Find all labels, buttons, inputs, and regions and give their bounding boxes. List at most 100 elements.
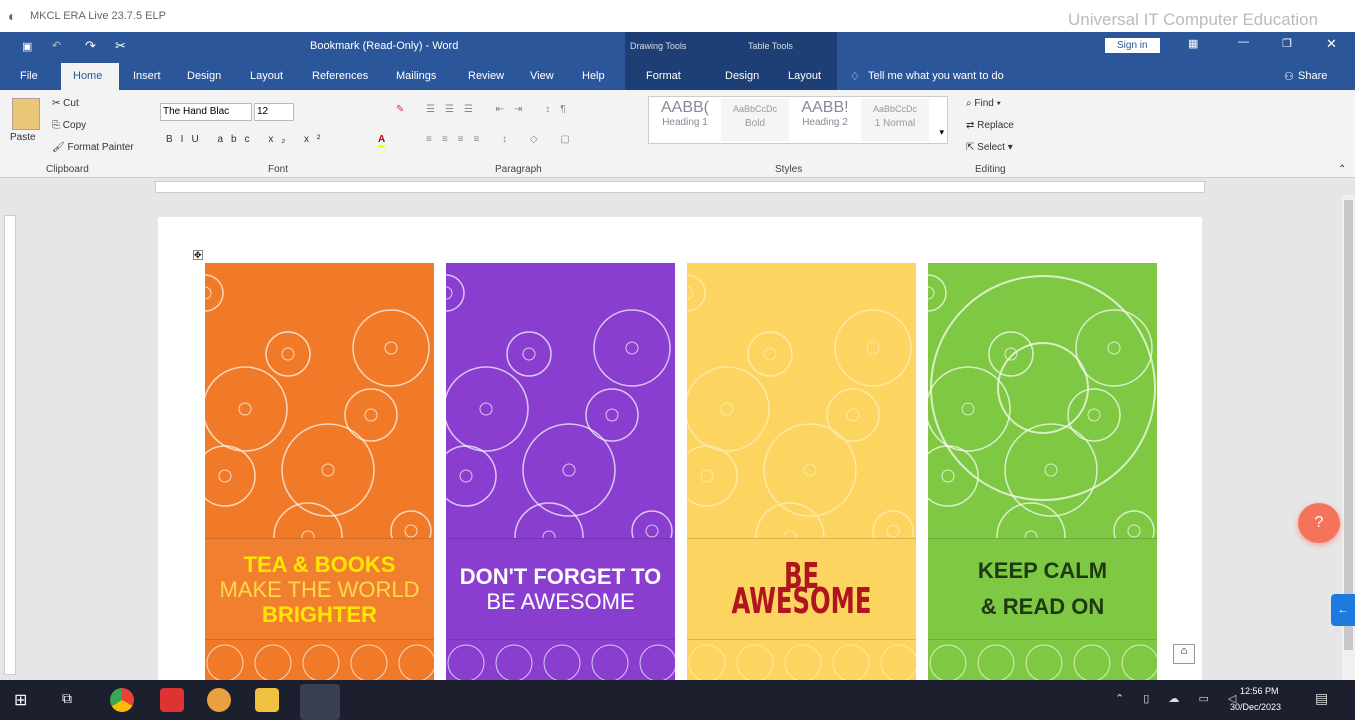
bookmark-text-line: BRIGHTER xyxy=(262,601,377,627)
tab-review[interactable]: Review xyxy=(468,70,504,82)
lightbulb-icon: ♢ xyxy=(850,71,860,83)
select-button[interactable]: ⇱ Select ▾ xyxy=(966,142,1013,153)
person-icon: ⚇ xyxy=(1284,71,1294,83)
bookmark-text-band: DON'T FORGET TO BE AWESOME xyxy=(446,538,675,640)
app-icon[interactable] xyxy=(207,688,231,712)
file-explorer-icon[interactable] xyxy=(255,688,279,712)
task-view-icon[interactable]: ⧉ xyxy=(62,690,72,707)
chrome-icon[interactable] xyxy=(110,688,134,712)
cut-qa-icon[interactable]: ✂ xyxy=(115,38,126,54)
align-buttons[interactable]: ≡≡≡≡ ↕ ◇ ▢ xyxy=(426,134,580,145)
bookmark-text-band: BE AWESOME xyxy=(687,538,916,640)
find-label: Find xyxy=(974,98,994,109)
share-button[interactable]: Share xyxy=(1298,70,1327,82)
font-format-buttons[interactable]: BIU abc x₂ x² xyxy=(166,134,328,145)
paragraph-group-label: Paragraph xyxy=(495,164,542,175)
bookmark-text-line: BE AWESOME xyxy=(731,556,872,622)
clipboard-group-label: Clipboard xyxy=(46,164,89,175)
font-color-icon[interactable]: A xyxy=(378,134,386,148)
format-painter-button[interactable]: 🖌 Format Painter xyxy=(52,142,134,153)
style-name: Heading 2 xyxy=(802,117,848,128)
tab-home[interactable]: Home xyxy=(73,70,102,82)
editing-group-label: Editing xyxy=(975,164,1006,175)
app-title-bar: ◐ MKCL ERA Live 23.7.5 ELP Universal IT … xyxy=(0,0,1355,32)
tab-layout[interactable]: Layout xyxy=(250,70,283,82)
select-label: Select xyxy=(977,142,1005,153)
style-name: Bold xyxy=(744,118,765,129)
tab-view[interactable]: View xyxy=(530,70,554,82)
tray-icons[interactable]: ⌃ ▯ ☁ ▭ ◁ xyxy=(1115,692,1244,705)
vertical-ruler[interactable] xyxy=(4,215,16,675)
minimize-button[interactable]: — xyxy=(1238,36,1249,48)
bookmark-text-line: TEA & BOOKS xyxy=(243,551,396,577)
redo-icon[interactable]: ↷ xyxy=(85,38,96,54)
close-button[interactable]: ✕ xyxy=(1326,36,1337,52)
bookmark-card[interactable]: BE AWESOME xyxy=(687,263,916,680)
style-heading2[interactable]: AABB! Heading 2 xyxy=(791,99,859,141)
table-move-handle-icon[interactable]: ✥ xyxy=(193,250,203,260)
style-name: 1 Normal xyxy=(874,118,916,129)
style-normal[interactable]: AaBbCcDc 1 Normal xyxy=(861,99,929,141)
format-painter-label: Format Painter xyxy=(67,142,134,153)
bookmark-text-line: & READ ON xyxy=(980,594,1105,619)
cut-label: Cut xyxy=(63,98,79,109)
font-name-box[interactable]: The Hand Blac xyxy=(160,103,252,121)
bookmark-text-line: MAKE THE WORLD xyxy=(219,576,420,602)
app-icon[interactable] xyxy=(160,688,184,712)
tab-table-design[interactable]: Design xyxy=(725,70,759,82)
window-title: Bookmark (Read-Only) - Word xyxy=(310,40,459,52)
copy-label: Copy xyxy=(62,120,87,131)
find-button[interactable]: ⌕ Find ▾ xyxy=(966,98,1001,109)
tab-references[interactable]: References xyxy=(312,70,368,82)
tell-me-search[interactable]: Tell me what you want to do xyxy=(868,70,1004,82)
watermark: Universal IT Computer Education xyxy=(1068,10,1319,29)
font-group-label: Font xyxy=(268,164,289,175)
tab-design[interactable]: Design xyxy=(187,70,221,82)
tab-mailings[interactable]: Mailings xyxy=(396,70,436,82)
styles-more-icon[interactable]: ▾ xyxy=(939,127,944,138)
side-panel-toggle[interactable]: ← xyxy=(1331,594,1355,626)
bookmark-text-line: BE AWESOME xyxy=(486,589,635,614)
bookmark-text-band: KEEP CALM & READ ON xyxy=(928,538,1157,640)
clear-formatting-icon[interactable]: ✎ xyxy=(396,104,404,115)
save-icon[interactable]: ▣ xyxy=(22,40,32,53)
app-title: MKCL ERA Live 23.7.5 ELP xyxy=(30,10,166,22)
bookmark-card[interactable]: DON'T FORGET TO BE AWESOME xyxy=(446,263,675,680)
list-buttons[interactable]: ☰☰☰ ⇤⇥ ↕¶ xyxy=(426,104,576,115)
word-title-and-tabs: ▣ ↶ ↷ ✂ Bookmark (Read-Only) - Word Draw… xyxy=(0,32,1355,90)
notifications-icon[interactable]: ▤ xyxy=(1315,690,1328,707)
style-bold[interactable]: AaBbCcDc Bold xyxy=(721,99,789,141)
paste-button[interactable]: Paste xyxy=(10,132,36,143)
paste-icon[interactable] xyxy=(12,98,40,130)
font-size-box[interactable]: 12 xyxy=(254,103,294,121)
start-icon[interactable]: ⊞ xyxy=(14,690,27,710)
copy-button[interactable]: ⎘ Copy xyxy=(52,120,86,131)
word-app-icon[interactable] xyxy=(300,684,340,720)
bookmark-card[interactable]: KEEP CALM & READ ON xyxy=(928,263,1157,680)
undo-icon[interactable]: ↶ xyxy=(52,39,61,52)
ribbon: Paste ✂ Cut ⎘ Copy 🖌 Format Painter Clip… xyxy=(0,90,1355,178)
sign-in-button[interactable]: Sign in xyxy=(1105,38,1160,53)
layout-options-icon[interactable]: ⌂ xyxy=(1173,644,1195,664)
bookmark-text-line: DON'T FORGET TO xyxy=(459,564,662,589)
bookmark-text-line: KEEP CALM xyxy=(977,558,1108,583)
restore-button[interactable]: ❐ xyxy=(1282,37,1292,50)
bookmark-text-band: TEA & BOOKS MAKE THE WORLD BRIGHTER xyxy=(205,538,434,640)
tab-table-layout[interactable]: Layout xyxy=(788,70,821,82)
bookmark-card[interactable]: TEA & BOOKS MAKE THE WORLD BRIGHTER xyxy=(205,263,434,680)
tab-format[interactable]: Format xyxy=(646,70,681,82)
tab-help[interactable]: Help xyxy=(582,70,605,82)
collapse-ribbon-icon[interactable]: ⌃ xyxy=(1338,164,1346,175)
clock-time[interactable]: 12:56 PM xyxy=(1240,686,1279,696)
style-preview: AABB( xyxy=(660,99,709,116)
replace-button[interactable]: ⇄ Replace xyxy=(966,120,1014,131)
tab-file[interactable]: File xyxy=(20,70,38,82)
cut-button[interactable]: ✂ Cut xyxy=(52,98,79,109)
tab-insert[interactable]: Insert xyxy=(133,70,161,82)
clock-date[interactable]: 30/Dec/2023 xyxy=(1230,702,1281,712)
ribbon-display-icon[interactable]: ▦ xyxy=(1188,37,1198,50)
help-bubble-icon[interactable]: ? xyxy=(1298,503,1340,543)
style-heading1[interactable]: AABB(Heading 1 xyxy=(651,99,719,141)
horizontal-ruler[interactable] xyxy=(155,181,1205,193)
table-tools-label: Table Tools xyxy=(748,41,793,51)
